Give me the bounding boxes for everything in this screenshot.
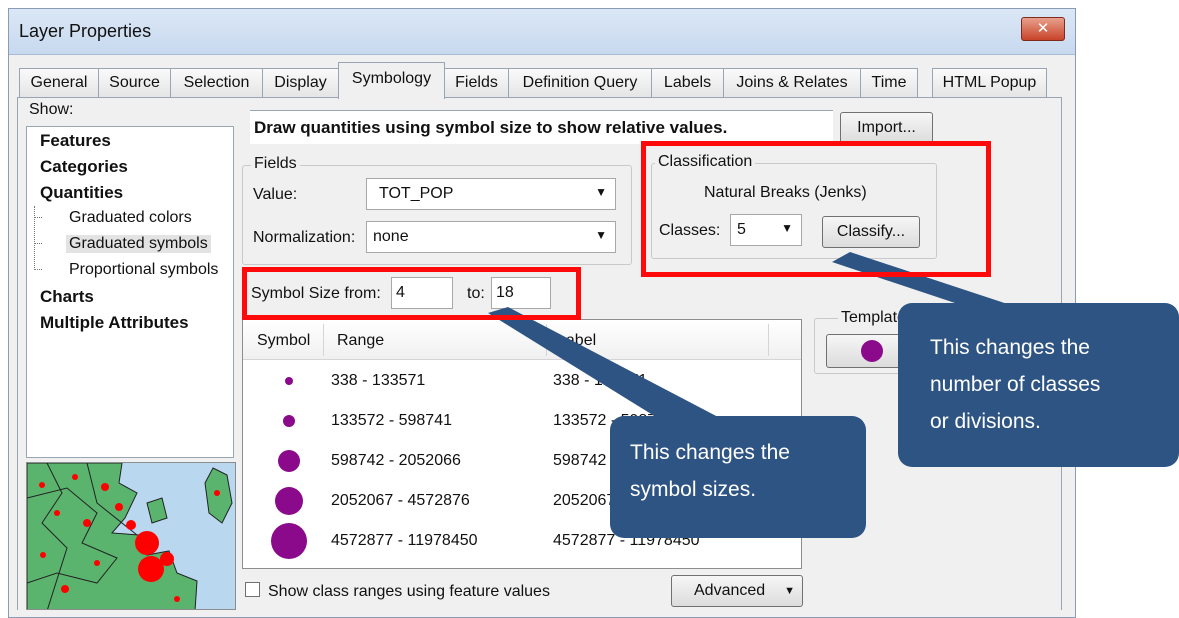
callout-text: symbol sizes.: [630, 478, 757, 501]
callout-text: number of classes: [930, 373, 1101, 396]
classification-highlight: [641, 141, 991, 277]
tab-symbology[interactable]: Symbology: [338, 62, 445, 99]
callout-text: This changes the: [930, 336, 1090, 359]
callout-text: or divisions.: [930, 410, 1041, 433]
callout-text: This changes the: [630, 441, 790, 464]
classes-callout: This changes the number of classes or di…: [898, 303, 1179, 467]
symbol-sizes-callout: This changes the symbol sizes.: [610, 416, 866, 538]
symbol-size-highlight: [242, 267, 581, 320]
